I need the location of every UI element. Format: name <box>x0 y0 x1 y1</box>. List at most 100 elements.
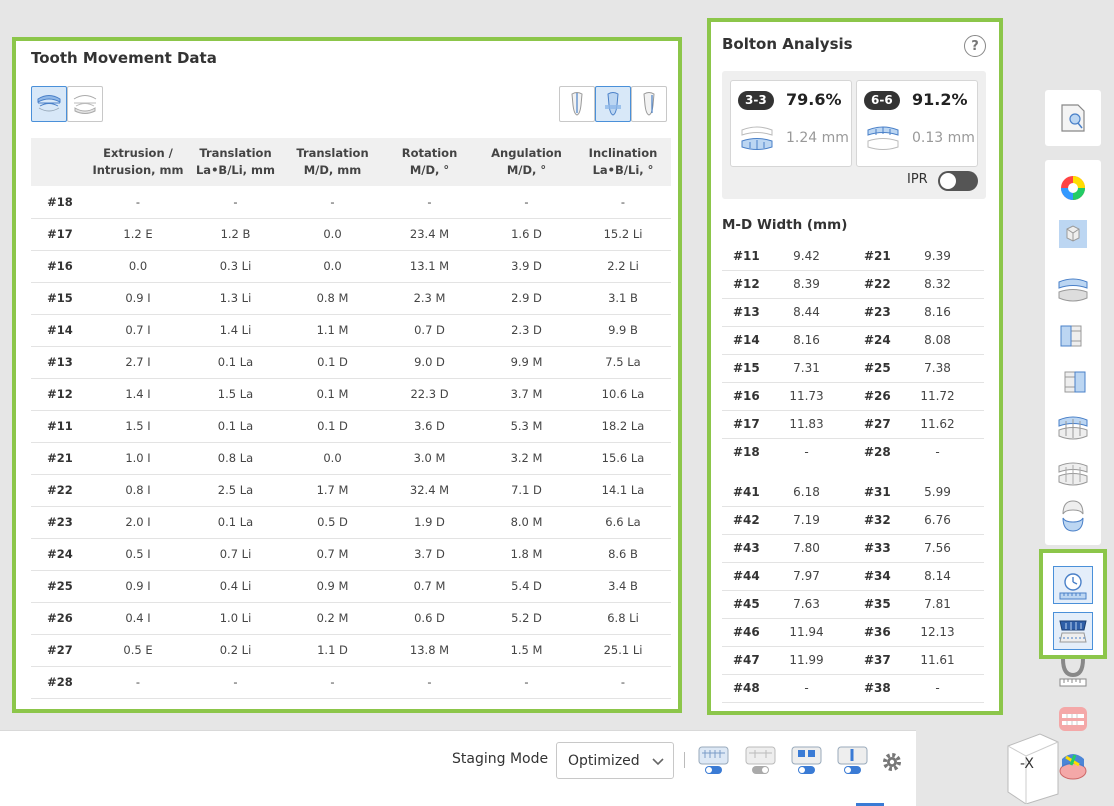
tooth-number: #33 <box>853 534 891 563</box>
tooth-number: #27 <box>31 634 89 667</box>
tooth-root-view-button[interactable] <box>595 86 631 122</box>
left-view-icon <box>1060 325 1082 347</box>
arch-measure-button[interactable] <box>1055 655 1091 691</box>
movement-value: 0.1 La <box>187 506 284 539</box>
front-view-button[interactable] <box>1055 410 1091 446</box>
column-header: Rotation M/D, ° <box>381 138 478 186</box>
md-width-value: - <box>935 445 940 460</box>
tooth-axis-icon <box>571 92 583 116</box>
ipr-toggle-knob <box>940 173 956 189</box>
tooth-movement-table: Extrusion / Intrusion, mm Translation La•… <box>31 138 671 699</box>
toolbar-divider <box>684 752 685 768</box>
movement-value: - <box>89 186 187 219</box>
md-width-value: - <box>804 445 809 460</box>
arch-separator <box>722 466 984 478</box>
stage-mode-1-button[interactable] <box>697 745 730 777</box>
tooth-number: #17 <box>31 218 89 251</box>
tooth-movement-icon <box>1059 573 1087 600</box>
staging-settings-button[interactable] <box>882 752 902 776</box>
md-width-value: 11.73 <box>760 382 853 411</box>
tooth-number: #14 <box>31 314 89 347</box>
md-width-row: #11 9.42 #21 9.39 <box>722 242 984 271</box>
right-view-icon <box>1064 371 1086 393</box>
movement-value: 1.7 M <box>284 474 381 507</box>
movement-value: - <box>381 186 478 219</box>
movement-value: 32.4 M <box>381 474 478 507</box>
help-icon[interactable]: ? <box>964 35 986 57</box>
left-view-button[interactable] <box>1055 318 1091 354</box>
movement-value: 0.0 <box>284 250 381 283</box>
tooth-number: #32 <box>853 506 891 535</box>
tooth-number: #18 <box>733 445 760 460</box>
movement-value: 6.6 La <box>575 506 671 539</box>
stage-aligner-off-icon <box>745 746 776 774</box>
tooth-number: #13 <box>722 298 760 327</box>
stage-mode-2-button[interactable] <box>744 745 777 777</box>
movement-value: 5.4 D <box>478 570 575 603</box>
lower-jaw-view-button[interactable] <box>67 86 103 122</box>
tooth-number: #14 <box>722 326 760 355</box>
movement-value: 1.9 D <box>381 506 478 539</box>
md-width-value: 9.42 <box>760 242 853 271</box>
view-cube[interactable] <box>1004 732 1064 804</box>
overall-ratio-badge: 6-6 <box>864 91 900 110</box>
right-view-button[interactable] <box>1055 364 1091 400</box>
tooth-number: #45 <box>722 590 760 619</box>
tooth-number: #35 <box>853 590 891 619</box>
tooth-number: #34 <box>853 562 891 591</box>
md-width-row: #46 11.94 #36 12.13 <box>722 618 984 647</box>
md-width-row: #12 8.39 #22 8.32 <box>722 270 984 299</box>
movement-value: - <box>381 666 478 699</box>
movement-value: 1.1 D <box>284 634 381 667</box>
movement-value: 0.0 <box>284 442 381 475</box>
staging-mode-select[interactable]: Optimized <box>556 742 674 779</box>
movement-value: 15.6 La <box>575 442 671 475</box>
color-map-button[interactable] <box>1055 170 1091 206</box>
movement-value: 2.2 Li <box>575 250 671 283</box>
tooth-number: #25 <box>853 354 891 383</box>
tooth-number: #15 <box>31 282 89 315</box>
movement-value: 8.6 B <box>575 538 671 571</box>
tooth-movement-button[interactable] <box>1053 566 1093 604</box>
table-row: #12 1.4 I 1.5 La 0.1 M 22.3 D 3.7 M 10.6 La <box>31 378 671 411</box>
tooth-number: #16 <box>31 250 89 283</box>
report-button[interactable] <box>1055 100 1091 136</box>
md-width-row: #43 7.80 #33 7.56 <box>722 534 984 563</box>
md-width-value: 7.31 <box>760 354 853 383</box>
md-width-value: 11.61 <box>891 646 984 675</box>
movement-value: 0.2 Li <box>187 634 284 667</box>
cube-view-button[interactable] <box>1055 216 1091 252</box>
md-width-value: 6.76 <box>891 506 984 535</box>
md-width-row: #14 8.16 #24 8.08 <box>722 326 984 355</box>
tooth-incline-icon <box>643 92 655 116</box>
column-header: Inclination La•B/Li, ° <box>575 138 671 186</box>
back-view-button[interactable] <box>1055 456 1091 492</box>
tooth-number: #37 <box>853 646 891 675</box>
stage-mode-4-button[interactable] <box>836 745 869 777</box>
occlusal-view-button[interactable] <box>1055 498 1091 534</box>
table-row: #24 0.5 I 0.7 Li 0.7 M 3.7 D 1.8 M 8.6 B <box>31 538 671 571</box>
staging-mode-label: Staging Mode <box>452 751 549 767</box>
tooth-incline-view-button[interactable] <box>631 86 667 122</box>
table-row: #26 0.4 I 1.0 Li 0.2 M 0.6 D 5.2 D 6.8 Li <box>31 602 671 635</box>
tooth-number: #31 <box>853 478 891 507</box>
movement-value: 1.4 I <box>89 378 187 411</box>
bolton-analysis-button[interactable] <box>1053 612 1093 650</box>
movement-value: 2.0 I <box>89 506 187 539</box>
table-row: #14 0.7 I 1.4 Li 1.1 M 0.7 D 2.3 D 9.9 B <box>31 314 671 347</box>
tooth-number: #42 <box>722 506 760 535</box>
tooth-crown-view-button[interactable] <box>559 86 595 122</box>
movement-value: 15.2 Li <box>575 218 671 251</box>
tooth-number: #26 <box>853 382 891 411</box>
both-arches-button[interactable] <box>1055 272 1091 308</box>
tooth-number: #26 <box>31 602 89 635</box>
table-header-row: Extrusion / Intrusion, mm Translation La•… <box>31 138 671 186</box>
anterior-ratio-badge: 3-3 <box>738 91 774 110</box>
table-row: #15 0.9 I 1.3 Li 0.8 M 2.3 M 2.9 D 3.1 B <box>31 282 671 315</box>
upper-jaw-view-button[interactable] <box>31 86 67 122</box>
stage-mode-3-button[interactable] <box>790 745 823 777</box>
md-width-row: #41 6.18 #31 5.99 <box>722 478 984 507</box>
movement-value: - <box>89 666 187 699</box>
ipr-toggle[interactable] <box>938 171 978 191</box>
movement-value: 3.0 M <box>381 442 478 475</box>
